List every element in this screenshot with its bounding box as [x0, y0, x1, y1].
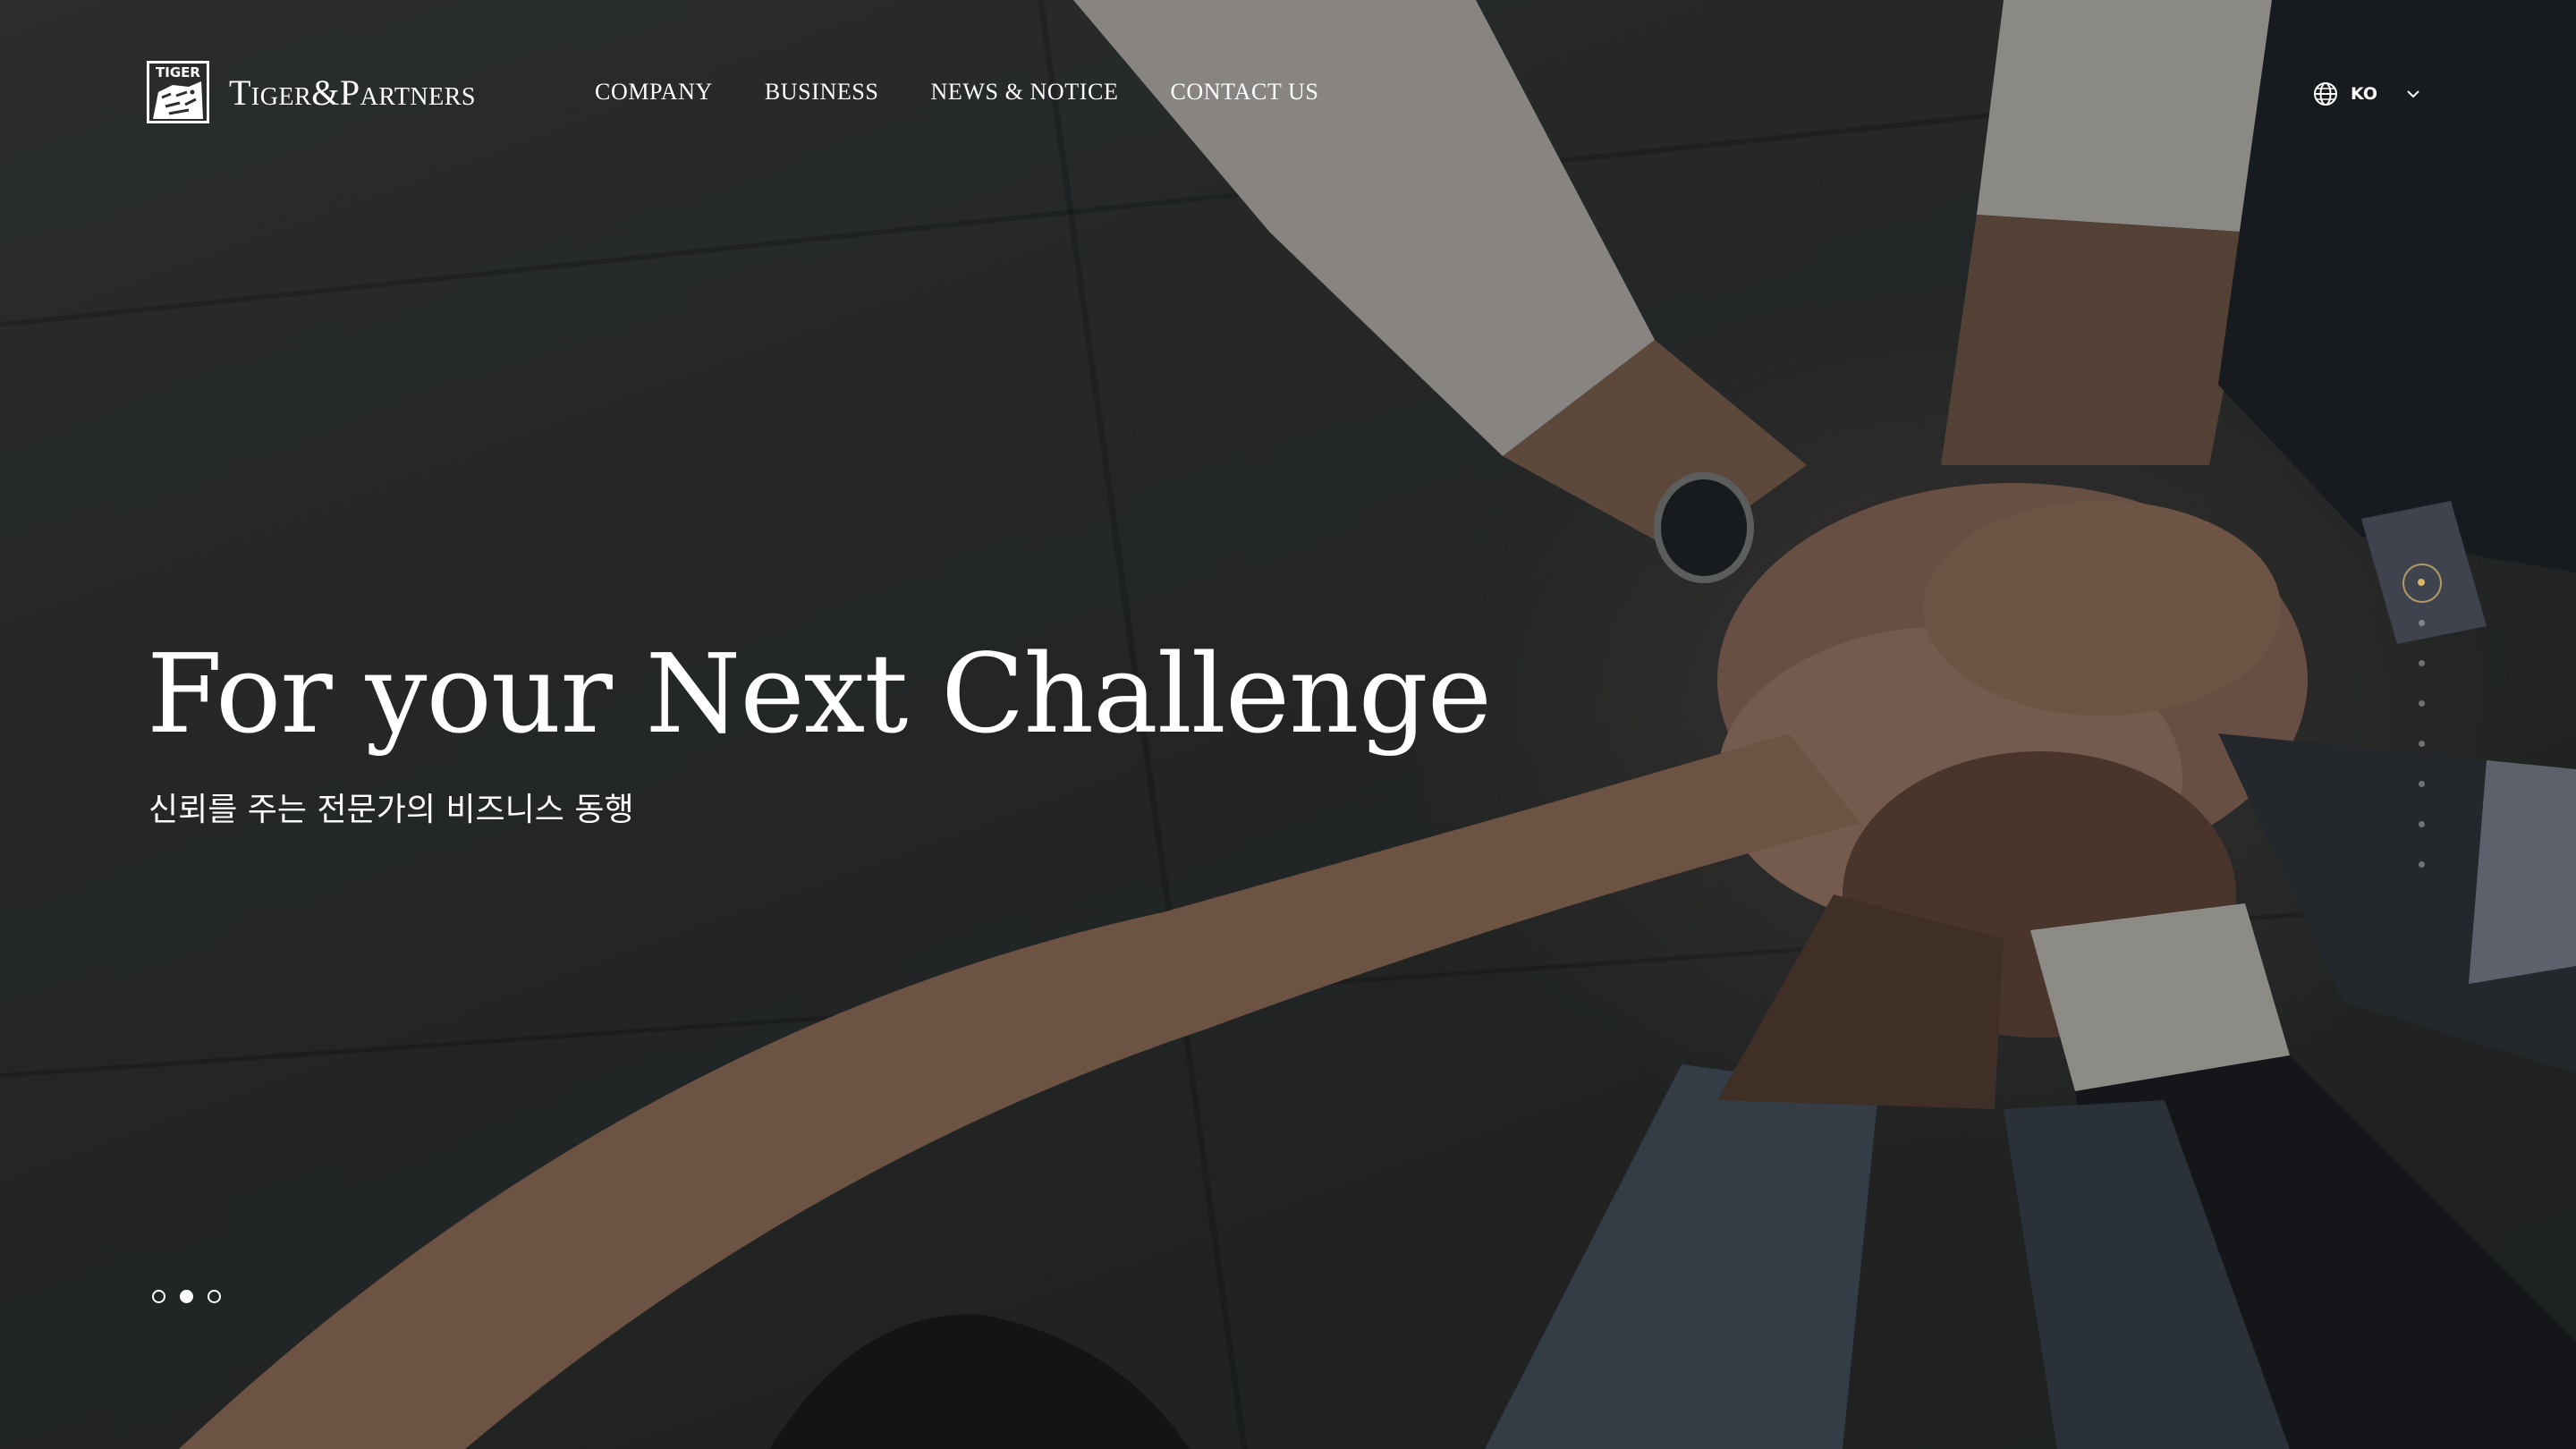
slide-dot[interactable] — [180, 1290, 193, 1303]
section-nav-dot[interactable] — [2418, 699, 2425, 707]
slide-dot[interactable] — [152, 1290, 165, 1303]
language-label: KO — [2351, 84, 2378, 104]
hero-section: TIGER Tiger&Partners COMPANY BUSINESS NE… — [0, 0, 2576, 1449]
hero-title: For your Next Challenge — [147, 631, 1492, 758]
logo-mark: TIGER — [147, 61, 209, 123]
section-nav-dot[interactable] — [2418, 780, 2425, 787]
section-nav-dot[interactable] — [2418, 619, 2425, 626]
section-nav-dot[interactable] — [2418, 820, 2425, 827]
site-header: TIGER Tiger&Partners COMPANY BUSINESS NE… — [0, 0, 2576, 188]
globe-icon — [2314, 82, 2337, 106]
main-nav: COMPANY BUSINESS NEWS & NOTICE CONTACT U… — [595, 79, 1318, 106]
logo[interactable]: TIGER Tiger&Partners — [147, 61, 476, 123]
language-selector[interactable]: KO — [2313, 81, 2420, 106]
section-nav-dot[interactable] — [2418, 860, 2425, 868]
logo-mark-text: TIGER — [156, 64, 200, 80]
chevron-down-icon — [2407, 90, 2419, 98]
section-nav-dot[interactable] — [2418, 740, 2425, 747]
nav-item-news-notice[interactable]: NEWS & NOTICE — [930, 79, 1118, 106]
section-nav-dot[interactable] — [2418, 579, 2425, 586]
nav-item-company[interactable]: COMPANY — [595, 79, 713, 106]
nav-item-business[interactable]: BUSINESS — [765, 79, 879, 106]
slide-pagination — [152, 1290, 221, 1303]
tiger-icon — [153, 81, 203, 119]
section-nav-dot[interactable] — [2418, 659, 2425, 666]
slide-dot[interactable] — [208, 1290, 221, 1303]
logo-text: Tiger&Partners — [229, 72, 477, 113]
hero-subtitle: 신뢰를 주는 전문가의 비즈니스 동행 — [148, 792, 634, 828]
nav-item-contact-us[interactable]: CONTACT US — [1170, 79, 1318, 106]
